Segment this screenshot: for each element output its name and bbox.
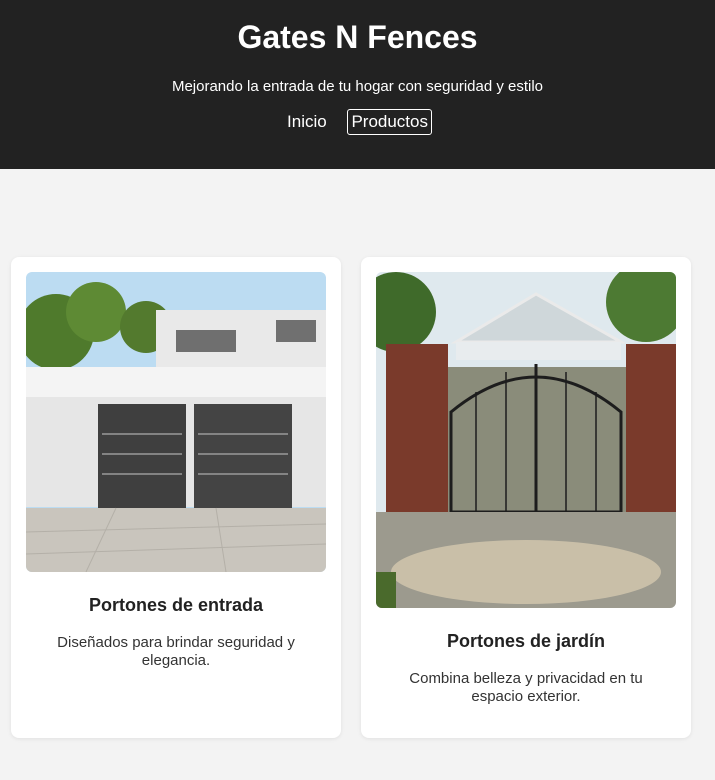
product-card-garden-gates[interactable]: Portones de jardín Combina belleza y pri… (361, 257, 691, 738)
site-header: Gates N Fences Mejorando la entrada de t… (0, 0, 715, 169)
product-description: Diseñados para brindar seguridad y elega… (57, 634, 295, 669)
product-card-entrance-gates[interactable]: Portones de entrada Diseñados para brind… (11, 257, 341, 738)
nav-link-inicio[interactable]: Inicio (283, 109, 331, 135)
product-image-garden-gate (376, 272, 676, 608)
product-description: Combina belleza y privacidad en tu espac… (409, 670, 643, 705)
product-image-entrance-gate (26, 272, 326, 572)
product-title: Portones de jardín (446, 631, 606, 651)
main-nav: Inicio Productos (0, 109, 715, 135)
nav-link-productos[interactable]: Productos (347, 109, 432, 135)
site-tagline: Mejorando la entrada de tu hogar con seg… (171, 78, 544, 95)
product-title: Portones de entrada (88, 595, 264, 615)
site-title: Gates N Fences (237, 19, 478, 55)
